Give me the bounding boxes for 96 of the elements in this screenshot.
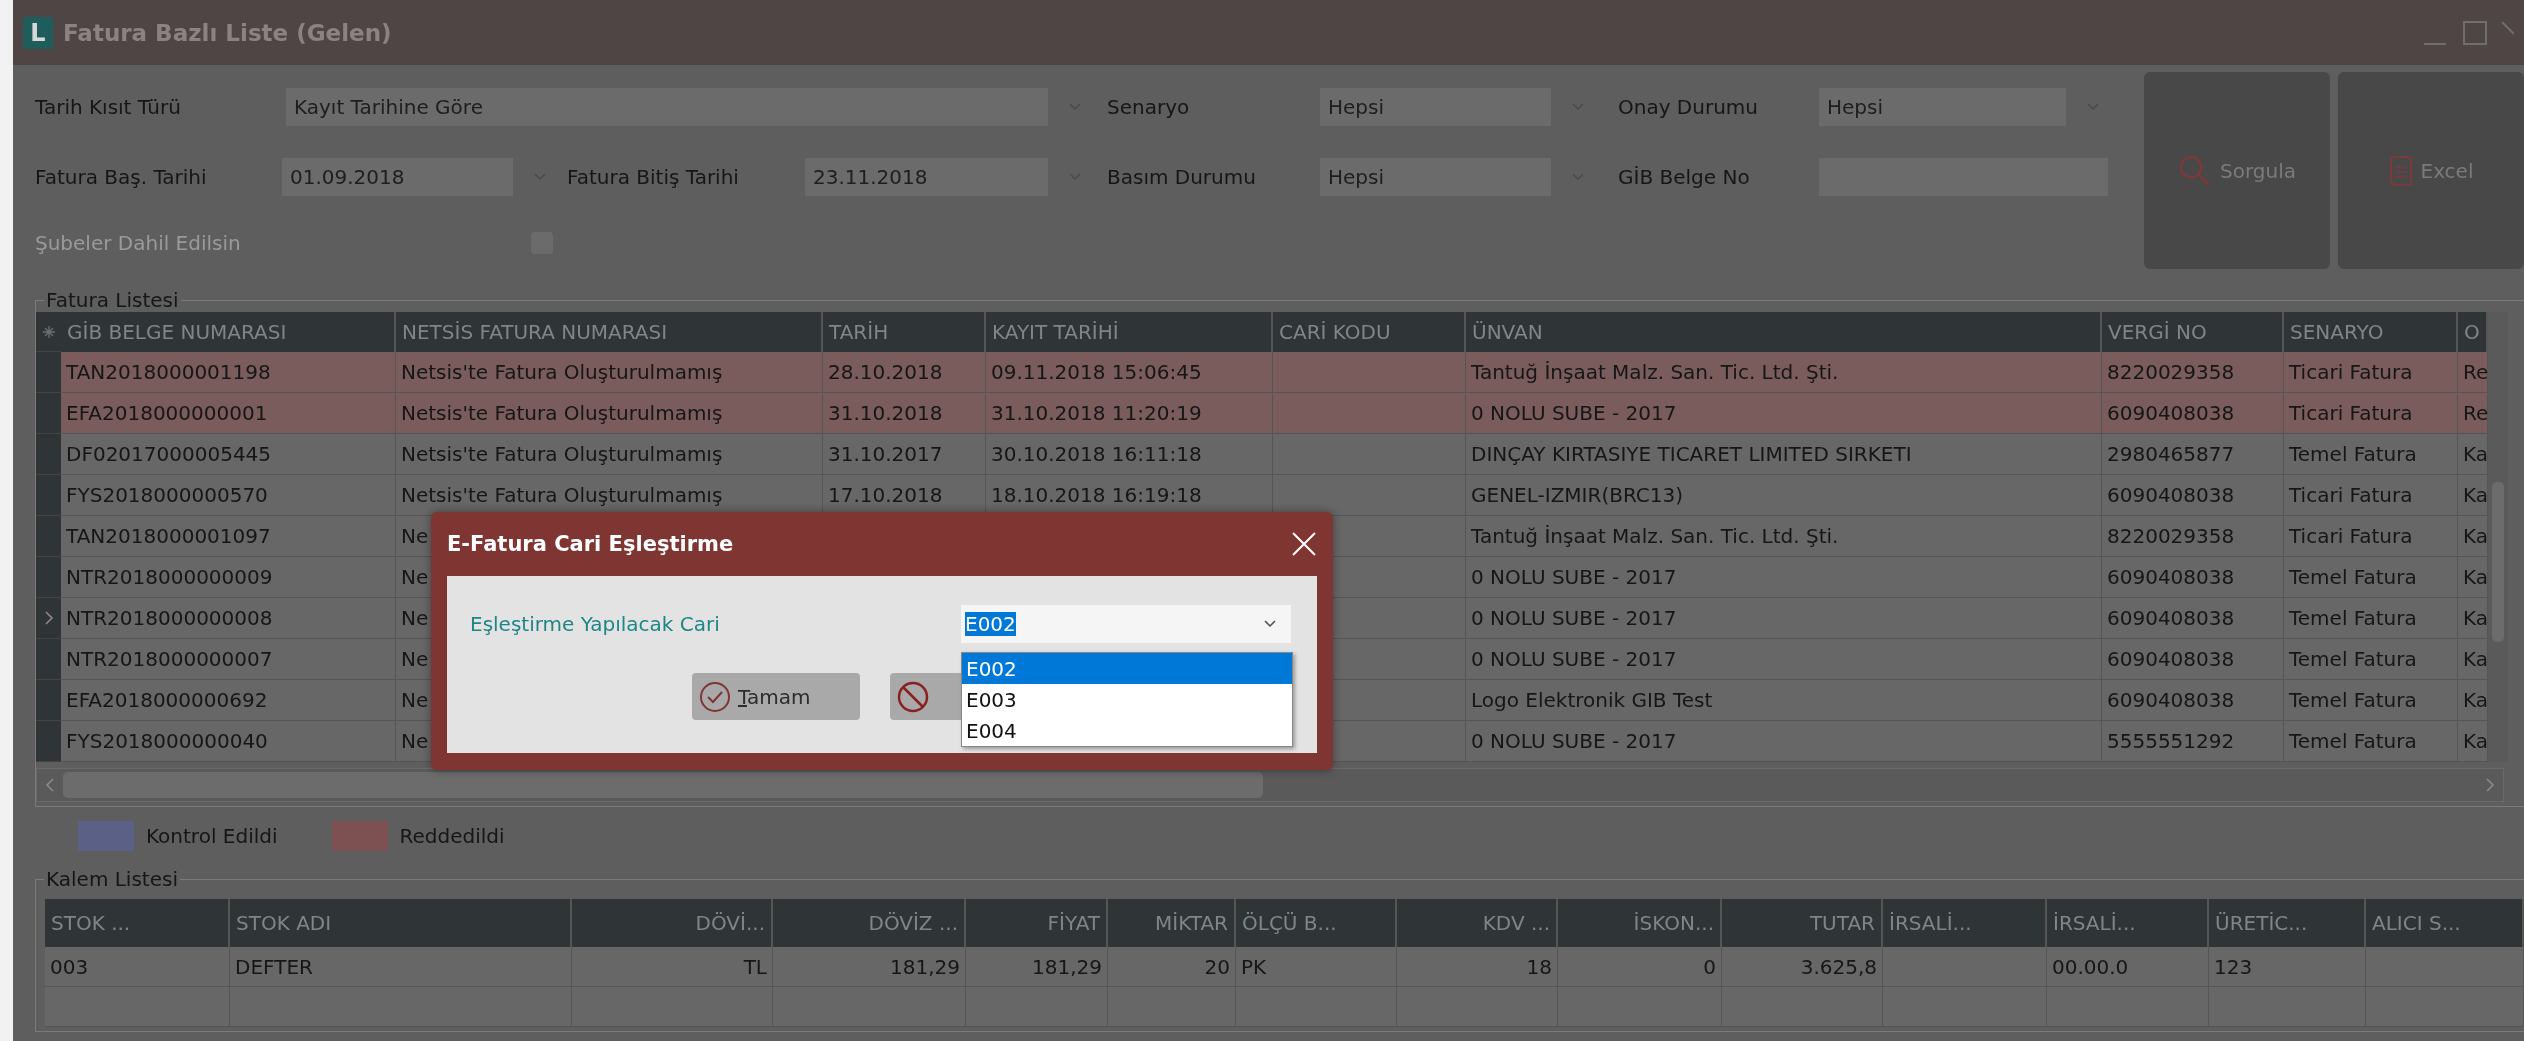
table-cell: 0 NOLU SUBE - 2017 — [1471, 606, 1677, 630]
field-label: Fatura Baş. Tarihi — [35, 165, 208, 189]
table-cell: 09.11.2018 15:06:45 — [991, 360, 1202, 384]
table-cell: FYS2018000000570 — [66, 483, 268, 507]
table-cell: 31.10.2018 — [828, 401, 943, 425]
table-cell: 18 — [1526, 954, 1552, 979]
table-cell: Temel Fatura — [2289, 729, 2417, 753]
table-cell: 20 — [1204, 954, 1230, 979]
table-cell: 6090408038 — [2107, 401, 2235, 425]
table-cell: DEFTER — [235, 954, 313, 979]
table-cell: 0 NOLU SUBE - 2017 — [1471, 565, 1677, 589]
table-cell: NTR2018000000007 — [66, 647, 273, 671]
table-cell: Ticari Fatura — [2289, 483, 2413, 507]
dialog-title: E-Fatura Cari Eşleştirme — [447, 532, 734, 556]
table-cell: 0 — [1703, 954, 1716, 979]
table-cell: 181,29 — [890, 954, 960, 979]
table-cell: DINÇAY KIRTASIYE TICARET LIMITED SIRKETI — [1471, 442, 1912, 466]
table-cell: NTR2018000000009 — [66, 565, 273, 589]
table-cell: Ka — [2463, 606, 2489, 630]
table-cell: 0 NOLU SUBE - 2017 — [1471, 647, 1677, 671]
table-cell: Ne — [401, 729, 429, 753]
field-label: Tarih Kısıt Türü — [35, 95, 182, 119]
table-cell: 18.10.2018 16:19:18 — [991, 483, 1202, 507]
table-cell: TL — [743, 954, 767, 979]
table-cell: 17.10.2018 — [828, 483, 943, 507]
table-cell: 3.625,8 — [1800, 954, 1877, 979]
table-cell: 8220029358 — [2107, 360, 2235, 384]
window-title: Fatura Bazlı Liste (Gelen) — [63, 19, 393, 46]
table-cell: Ka — [2463, 565, 2489, 589]
field-label: Eşleştirme Yapılacak Cari — [470, 612, 721, 636]
table-cell: Netsis'te Fatura Oluşturulmamış — [401, 360, 723, 384]
table-cell: 30.10.2018 16:11:18 — [991, 442, 1202, 466]
table-cell: 0 NOLU SUBE - 2017 — [1471, 401, 1677, 425]
table-cell: 6090408038 — [2107, 606, 2235, 630]
table-cell: Logo Elektronik GIB Test — [1471, 688, 1713, 712]
table-cell: Re — [2463, 401, 2489, 425]
field-label: Şubeler Dahil Edilsin — [35, 231, 242, 255]
table-cell: TAN2018000001097 — [66, 524, 271, 548]
legend-label: Reddedildi — [399, 824, 505, 848]
table-cell: 8220029358 — [2107, 524, 2235, 548]
table-cell: Ne — [401, 606, 429, 630]
table-cell: Temel Fatura — [2289, 688, 2417, 712]
table-cell: 123 — [2214, 954, 2253, 979]
table-cell: Ka — [2463, 442, 2489, 466]
table-cell: 6090408038 — [2107, 647, 2235, 671]
table-cell: GENEL-IZMIR(BRC13) — [1471, 483, 1684, 507]
table-cell: Ka — [2463, 729, 2489, 753]
table-cell: Ka — [2463, 688, 2489, 712]
table-cell: Ticari Fatura — [2289, 524, 2413, 548]
table-cell: Re — [2463, 360, 2489, 384]
table-cell: Netsis'te Fatura Oluşturulmamış — [401, 401, 723, 425]
table-cell: Ne — [401, 647, 429, 671]
table-cell: NTR2018000000008 — [66, 606, 273, 630]
table-cell: 31.10.2018 11:20:19 — [991, 401, 1202, 425]
table-cell: Ne — [401, 688, 429, 712]
table-cell: 0 NOLU SUBE - 2017 — [1471, 729, 1677, 753]
table-cell: 6090408038 — [2107, 565, 2235, 589]
app-logo: L — [23, 16, 53, 49]
table-cell: PK — [1241, 954, 1267, 979]
table-cell: 6090408038 — [2107, 483, 2235, 507]
table-cell: Temel Fatura — [2289, 647, 2417, 671]
table-cell: Tantuğ İnşaat Malz. San. Tic. Ltd. Şti. — [1471, 360, 1839, 384]
table-cell: Temel Fatura — [2289, 442, 2417, 466]
table-cell: Ne — [401, 565, 429, 589]
field-label: GİB Belge No — [1617, 165, 1751, 189]
table-cell: TAN2018000001198 — [66, 360, 271, 384]
field-label: Basım Durumu — [1106, 165, 1257, 189]
field-label: Onay Durumu — [1617, 95, 1759, 119]
legend-label: Kontrol Edildi — [146, 824, 278, 848]
table-cell: 6090408038 — [2107, 688, 2235, 712]
table-cell: Netsis'te Fatura Oluşturulmamış — [401, 442, 723, 466]
table-cell: Ka — [2463, 483, 2489, 507]
table-cell: 00.00.0 — [2052, 954, 2129, 979]
table-cell: 31.10.2017 — [828, 442, 943, 466]
section-title: Fatura Listesi — [45, 288, 180, 312]
table-cell: FYS2018000000040 — [66, 729, 268, 753]
table-cell: Ka — [2463, 524, 2489, 548]
table-cell: Temel Fatura — [2289, 565, 2417, 589]
table-cell: 28.10.2018 — [828, 360, 943, 384]
table-cell: Ticari Fatura — [2289, 401, 2413, 425]
table-cell: 181,29 — [1032, 954, 1102, 979]
field-label: Fatura Bitiş Tarihi — [566, 165, 740, 189]
table-cell: Ne — [401, 524, 429, 548]
table-cell: Temel Fatura — [2289, 606, 2417, 630]
table-cell: Ka — [2463, 647, 2489, 671]
section-title: Kalem Listesi — [45, 867, 179, 891]
table-cell: 2980465877 — [2107, 442, 2235, 466]
table-cell: Netsis'te Fatura Oluşturulmamış — [401, 483, 723, 507]
table-cell: Ticari Fatura — [2289, 360, 2413, 384]
field-label: Senaryo — [1106, 95, 1191, 119]
table-cell: Tantuğ İnşaat Malz. San. Tic. Ltd. Şti. — [1471, 524, 1839, 548]
table-cell: DF02017000005445 — [66, 442, 272, 466]
table-cell: 003 — [50, 954, 89, 979]
table-cell: 5555551292 — [2107, 729, 2235, 753]
table-cell: EFA2018000000692 — [66, 688, 268, 712]
table-cell: EFA2018000000001 — [66, 401, 268, 425]
